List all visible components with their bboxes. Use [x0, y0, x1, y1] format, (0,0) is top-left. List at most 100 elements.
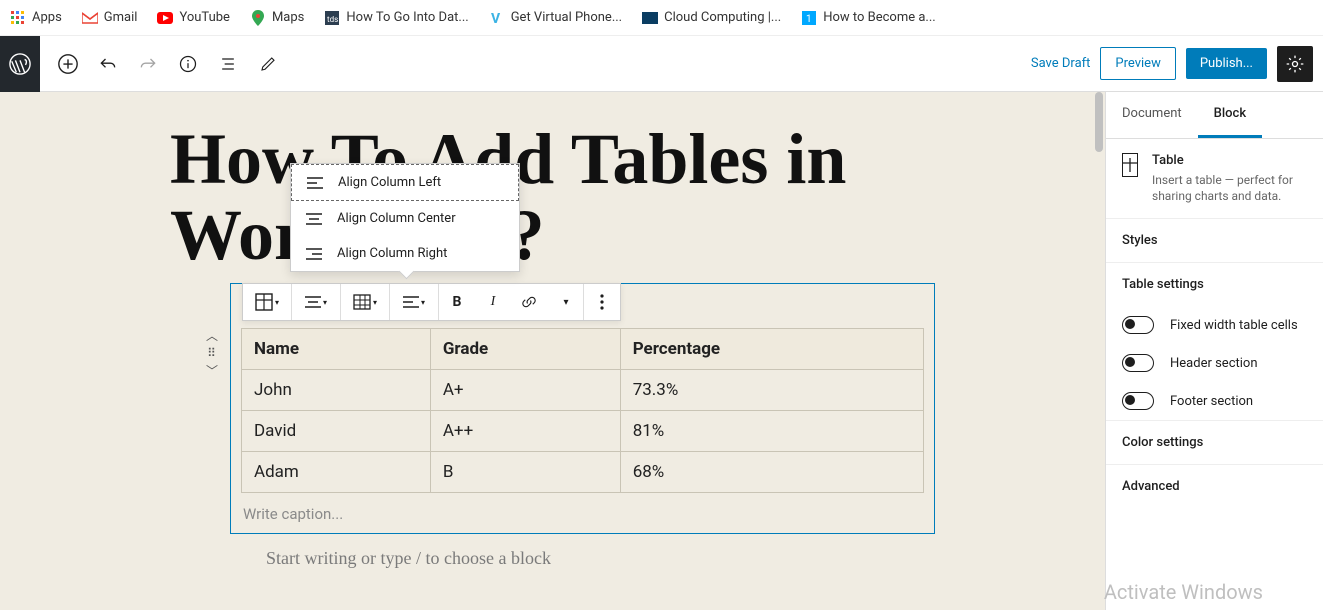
youtube-icon: [157, 10, 173, 26]
table-cell[interactable]: David: [242, 411, 431, 452]
table-cell[interactable]: Adam: [242, 452, 431, 493]
table-block-icon: [1122, 153, 1138, 177]
settings-sidebar: Document Block Table Insert a table — pe…: [1105, 92, 1323, 610]
bookmark-gmail[interactable]: Gmail: [82, 10, 138, 26]
align-column-right-option[interactable]: Align Column Right: [291, 236, 519, 271]
bookmark-howto-data[interactable]: tds How To Go Into Dat...: [324, 10, 468, 26]
toggle-footer-section[interactable]: [1122, 392, 1154, 410]
move-up-button[interactable]: ︿: [206, 327, 218, 344]
styles-section-header[interactable]: Styles: [1106, 219, 1323, 263]
page-icon: tds: [324, 10, 340, 26]
table-cell[interactable]: 73.3%: [620, 370, 923, 411]
table-cell[interactable]: B: [430, 452, 620, 493]
menu-item-label: Align Column Right: [337, 246, 447, 261]
bookmark-become[interactable]: 1 How to Become a...: [801, 10, 936, 26]
toggle-label: Header section: [1170, 356, 1258, 371]
block-options-button[interactable]: [584, 284, 620, 320]
table-header-row: Name Grade Percentage: [242, 329, 924, 370]
toggle-label: Footer section: [1170, 394, 1253, 409]
block-name: Table: [1152, 153, 1307, 168]
bookmark-virtual-phone[interactable]: V Get Virtual Phone...: [489, 10, 622, 26]
block-appender[interactable]: Start writing or type / to choose a bloc…: [266, 548, 935, 569]
canvas-scrollbar[interactable]: [1089, 92, 1105, 610]
bold-button[interactable]: B: [439, 284, 475, 320]
redo-button[interactable]: [130, 46, 166, 82]
main-area: How To Add Tables in WordPress? ︿ ⠿ ﹀ Al…: [0, 92, 1323, 610]
save-draft-button[interactable]: Save Draft: [1031, 56, 1091, 71]
toggle-fixed-width-row: Fixed width table cells: [1106, 306, 1323, 344]
undo-button[interactable]: [90, 46, 126, 82]
more-rich-text-button[interactable]: ▾: [547, 284, 583, 320]
svg-text:1: 1: [806, 14, 812, 25]
bookmark-label: Apps: [32, 10, 62, 25]
block-toolbar: ▾ ▾ ▾ ▾ B I ▾: [242, 283, 621, 321]
align-column-left-option[interactable]: Align Column Left: [291, 164, 519, 201]
bookmark-label: How To Go Into Dat...: [346, 10, 468, 25]
table-row: John A+ 73.3%: [242, 370, 924, 411]
svg-text:tds: tds: [327, 15, 338, 24]
bookmark-maps[interactable]: Maps: [250, 10, 304, 26]
cloud-icon: [642, 10, 658, 26]
column-align-button[interactable]: ▾: [390, 284, 438, 320]
add-block-button[interactable]: [50, 46, 86, 82]
data-table[interactable]: Name Grade Percentage John A+ 73.3% D: [241, 328, 924, 493]
align-block-button[interactable]: ▾: [292, 284, 340, 320]
info-button[interactable]: [170, 46, 206, 82]
move-down-button[interactable]: ﹀: [206, 362, 218, 379]
bookmark-apps[interactable]: Apps: [10, 10, 62, 26]
scrollbar-thumb[interactable]: [1095, 92, 1103, 152]
block-description: Insert a table — perfect for sharing cha…: [1152, 172, 1307, 204]
table-cell[interactable]: A++: [430, 411, 620, 452]
tab-document[interactable]: Document: [1106, 92, 1198, 138]
bookmark-label: YouTube: [179, 10, 230, 25]
edit-button[interactable]: [250, 46, 286, 82]
table-row: David A++ 81%: [242, 411, 924, 452]
sidebar-tabs: Document Block: [1106, 92, 1323, 139]
edit-table-button[interactable]: ▾: [341, 284, 389, 320]
post-title[interactable]: How To Add Tables in WordPress?: [0, 92, 1105, 283]
settings-button[interactable]: [1277, 46, 1313, 82]
outline-button[interactable]: [210, 46, 246, 82]
panel-header: Advanced: [1106, 465, 1323, 508]
italic-button[interactable]: I: [475, 284, 511, 320]
bookmark-label: Get Virtual Phone...: [511, 10, 622, 25]
table-cell[interactable]: 81%: [620, 411, 923, 452]
bookmark-youtube[interactable]: YouTube: [157, 10, 230, 26]
table-header-cell[interactable]: Grade: [430, 329, 620, 370]
table-header-cell[interactable]: Name: [242, 329, 431, 370]
link-button[interactable]: [511, 284, 547, 320]
table-cell[interactable]: A+: [430, 370, 620, 411]
apps-icon: [10, 10, 26, 26]
preview-button[interactable]: Preview: [1100, 47, 1175, 80]
left-toolbar: [40, 36, 296, 91]
column-align-menu: Align Column Left Align Column Center Al…: [290, 163, 520, 272]
panel-header: Color settings: [1106, 421, 1323, 464]
editor-canvas[interactable]: How To Add Tables in WordPress? ︿ ⠿ ﹀ Al…: [0, 92, 1105, 610]
align-column-center-option[interactable]: Align Column Center: [291, 201, 519, 236]
advanced-panel[interactable]: Advanced: [1106, 464, 1323, 508]
drag-handle[interactable]: ⠿: [207, 346, 217, 360]
block-type-button[interactable]: ▾: [243, 284, 291, 320]
table-cell[interactable]: John: [242, 370, 431, 411]
table-settings-header: Table settings: [1106, 263, 1323, 306]
bookmark-label: How to Become a...: [823, 10, 936, 25]
color-settings-panel[interactable]: Color settings: [1106, 420, 1323, 464]
publish-button[interactable]: Publish...: [1186, 48, 1267, 79]
block-identity: Table Insert a table — perfect for shari…: [1106, 139, 1323, 219]
right-toolbar: Save Draft Preview Publish...: [1031, 36, 1323, 91]
v-icon: V: [489, 10, 505, 26]
bookmark-cloud[interactable]: Cloud Computing |...: [642, 10, 781, 26]
table-header-cell[interactable]: Percentage: [620, 329, 923, 370]
toggle-fixed-width[interactable]: [1122, 316, 1154, 334]
gmail-icon: [82, 10, 98, 26]
block-mover: ︿ ⠿ ﹀: [200, 327, 224, 379]
table-caption-input[interactable]: Write caption...: [231, 499, 934, 533]
maps-icon: [250, 10, 266, 26]
toggle-header-section[interactable]: [1122, 354, 1154, 372]
tab-block[interactable]: Block: [1198, 92, 1262, 138]
svg-text:V: V: [491, 11, 501, 25]
table-cell[interactable]: 68%: [620, 452, 923, 493]
wordpress-logo[interactable]: [0, 36, 40, 92]
editor-top-bar: Save Draft Preview Publish...: [0, 36, 1323, 92]
one-icon: 1: [801, 10, 817, 26]
